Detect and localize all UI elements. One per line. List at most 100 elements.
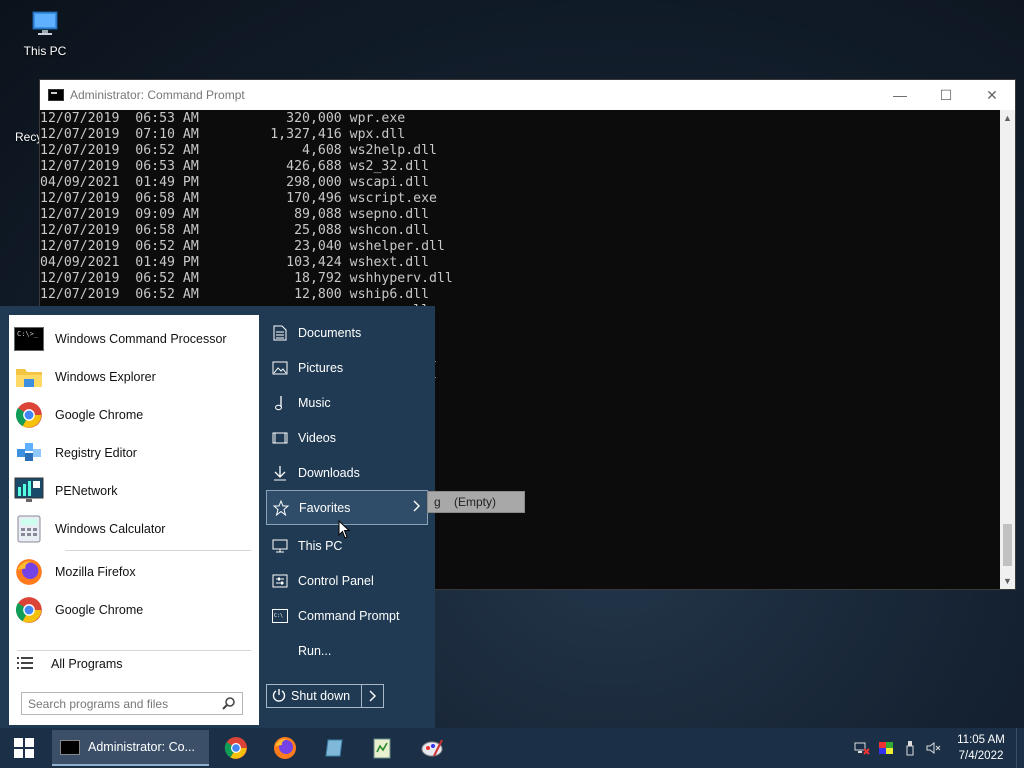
favorites-submenu[interactable]: g (Empty) (427, 491, 525, 513)
folder-icon (13, 361, 45, 393)
start-place-label: This PC (298, 538, 343, 553)
usb-icon[interactable] (898, 728, 922, 768)
cmd-output-line: 12/07/2019 06:52 AM 23,040 wshelper.dll (40, 239, 445, 254)
cmd-output-line: 12/07/2019 06:52 AM 4,608 ws2help.dll (40, 143, 437, 158)
start-place-label: Music (298, 395, 331, 410)
picture-icon (270, 358, 290, 378)
start-place-label: Run... (298, 643, 332, 658)
music-icon (270, 393, 290, 413)
start-place-label: Videos (298, 430, 336, 445)
chrome-icon (13, 399, 45, 431)
start-place-item[interactable]: Pictures (266, 350, 428, 385)
registry-icon (13, 437, 45, 469)
start-button[interactable] (0, 728, 48, 768)
taskbar-chrome-icon[interactable] (222, 734, 250, 762)
cmd-titlebar[interactable]: Administrator: Command Prompt — ☐ ✕ (40, 80, 1015, 110)
start-program-item[interactable]: Windows Explorer (9, 358, 259, 396)
chrome-icon (13, 594, 45, 626)
run-icon (270, 641, 290, 661)
svg-text:C:\: C:\ (274, 613, 283, 619)
show-desktop-button[interactable] (1016, 728, 1024, 768)
start-place-item[interactable]: Documents (266, 315, 428, 350)
start-place-item[interactable]: C:\ Command Prompt (266, 598, 428, 633)
clock-date: 7/4/2022 (958, 750, 1004, 762)
start-program-item[interactable]: Mozilla Firefox (9, 553, 259, 591)
taskbar-explorer-icon[interactable] (320, 734, 348, 762)
maximize-button[interactable]: ☐ (923, 80, 969, 110)
start-place-item[interactable]: Downloads (266, 455, 428, 490)
minimize-button[interactable]: — (877, 80, 923, 110)
start-program-item[interactable]: Google Chrome (9, 396, 259, 434)
volume-muted-icon[interactable] (922, 728, 946, 768)
start-program-item[interactable]: Windows Calculator (9, 510, 259, 548)
submenu-empty-label: (Empty) (454, 495, 496, 509)
start-place-item[interactable]: Control Panel (266, 563, 428, 598)
display-icon[interactable] (874, 728, 898, 768)
start-program-item[interactable]: PENetwork (9, 472, 259, 510)
cmd-icon (48, 89, 64, 101)
start-program-label: Windows Explorer (55, 370, 156, 384)
search-input[interactable]: Search programs and files (21, 692, 243, 715)
start-place-label: Pictures (298, 360, 344, 375)
start-place-label: Command Prompt (298, 608, 400, 623)
start-program-label: Mozilla Firefox (55, 565, 136, 579)
chevron-right-icon (413, 500, 421, 515)
cmd-scrollbar[interactable]: ▲ ▼ (1000, 110, 1015, 589)
video-icon (270, 428, 290, 448)
start-place-item[interactable]: Music (266, 385, 428, 420)
taskbar-task-cmd[interactable]: Administrator: Co... (52, 730, 209, 766)
desktop-icon-recycle-bin[interactable]: Recy (0, 96, 40, 144)
star-icon (271, 498, 291, 518)
start-place-label: Control Panel (298, 573, 374, 588)
start-place-label: Downloads (298, 465, 360, 480)
cmd-output-line: 12/07/2019 06:52 AM 18,792 wshhyperv.dll (40, 271, 453, 286)
start-program-item[interactable]: Registry Editor (9, 434, 259, 472)
all-programs-label: All Programs (51, 657, 123, 671)
start-program-label: Windows Command Processor (55, 332, 227, 346)
power-icon (267, 688, 291, 705)
close-button[interactable]: ✕ (969, 80, 1015, 110)
scroll-thumb[interactable] (1003, 524, 1012, 566)
control-panel-icon (270, 571, 290, 591)
search-placeholder: Search programs and files (28, 696, 169, 711)
desktop-icon-this-pc[interactable]: This PC (10, 8, 80, 58)
network-status-icon[interactable] (850, 728, 874, 768)
taskbar-notepad-icon[interactable] (368, 734, 396, 762)
start-program-item[interactable]: C:\>_ Windows Command Processor (9, 320, 259, 358)
cmd-output-line: 12/07/2019 06:58 AM 25,088 wshcon.dll (40, 223, 430, 238)
calculator-icon (13, 513, 45, 545)
start-place-item[interactable]: Run... (266, 633, 428, 668)
network-icon (13, 475, 45, 507)
cmd-icon: C:\ (270, 606, 290, 626)
clock[interactable]: 11:05 AM 7/4/2022 (946, 732, 1016, 764)
shutdown-options-chevron-icon[interactable] (361, 685, 383, 707)
windows-logo-icon (14, 738, 34, 758)
start-program-item[interactable]: Google Chrome (9, 591, 259, 629)
start-place-label: Favorites (299, 500, 351, 515)
scroll-up-arrow-icon[interactable]: ▲ (1000, 110, 1015, 126)
start-program-label: Windows Calculator (55, 522, 166, 536)
search-icon[interactable] (222, 696, 236, 713)
start-place-item[interactable]: Videos (266, 420, 428, 455)
divider (65, 550, 251, 551)
cmd-output-line: 12/07/2019 07:10 AM 1,327,416 wpx.dll (40, 127, 406, 142)
shutdown-label: Shut down (291, 689, 351, 703)
shutdown-button[interactable]: Shut down (266, 684, 384, 708)
cmd-output-line: 12/07/2019 06:52 AM 12,800 wship6.dll (40, 287, 430, 302)
computer-icon (29, 8, 61, 40)
start-program-label: Google Chrome (55, 603, 144, 617)
start-program-label: Registry Editor (55, 446, 137, 460)
cmd-output-line: 04/09/2021 01:49 PM 103,424 wshext.dll (40, 255, 430, 270)
start-place-label: Documents (298, 325, 362, 340)
all-programs-button[interactable]: All Programs (9, 649, 259, 679)
download-icon (270, 463, 290, 483)
start-menu-programs-pane: C:\>_ Windows Command Processor Windows Ex… (9, 315, 259, 725)
mouse-cursor-icon (338, 519, 351, 545)
taskbar-firefox-icon[interactable] (271, 734, 299, 762)
list-icon (17, 656, 51, 673)
cmd-icon: C:\>_ (13, 323, 45, 355)
taskbar-paint-icon[interactable] (418, 734, 446, 762)
scroll-down-arrow-icon[interactable]: ▼ (1000, 573, 1015, 589)
cmd-output-line: 12/07/2019 09:09 AM 89,088 wsepno.dll (40, 207, 430, 222)
desktop-icon-label: Recy (15, 130, 40, 144)
